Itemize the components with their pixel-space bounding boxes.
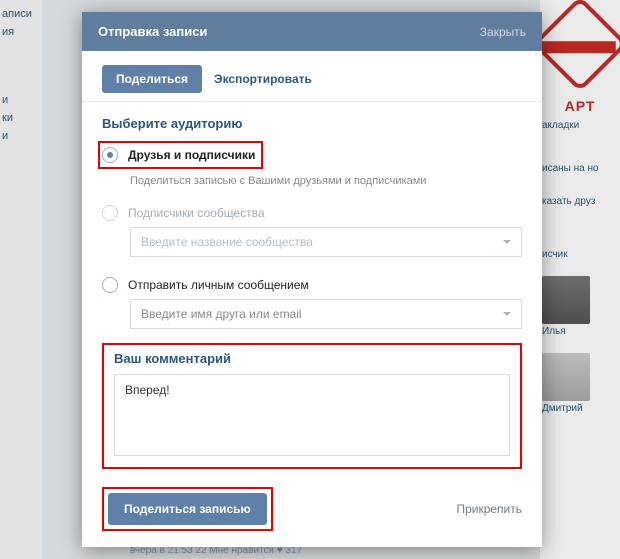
dialog-content: Выберите аудиторию Друзья и подписчики П… bbox=[82, 102, 542, 547]
friend-select[interactable]: Введите имя друга или email bbox=[130, 299, 522, 329]
dialog-title: Отправка записи bbox=[98, 24, 207, 39]
comment-title: Ваш комментарий bbox=[114, 351, 510, 366]
tab-export[interactable]: Экспортировать bbox=[214, 72, 312, 86]
radio-community-subscribers[interactable]: Подписчики сообщества bbox=[102, 203, 522, 223]
dialog-header: Отправка записи Закрыть bbox=[82, 12, 542, 51]
audience-title: Выберите аудиторию bbox=[102, 116, 522, 131]
tab-share[interactable]: Поделиться bbox=[102, 65, 202, 93]
attach-link[interactable]: Прикрепить bbox=[456, 502, 522, 516]
close-button[interactable]: Закрыть bbox=[480, 25, 526, 39]
radio-label: Отправить личным сообщением bbox=[128, 278, 309, 292]
radio-label: Друзья и подписчики bbox=[128, 148, 255, 162]
comment-textarea[interactable] bbox=[114, 374, 510, 456]
radio-friends-sub: Поделиться записью с Вашими друзьями и п… bbox=[130, 175, 522, 187]
radio-private-message[interactable]: Отправить личным сообщением bbox=[102, 275, 522, 295]
community-select[interactable]: Введите название сообщества bbox=[130, 227, 522, 257]
dialog-footer: Поделиться записью Прикрепить bbox=[102, 469, 522, 531]
share-submit-button[interactable]: Поделиться записью bbox=[108, 493, 267, 525]
radio-friends-subscribers[interactable]: Друзья и подписчики bbox=[102, 145, 255, 165]
tabs: Поделиться Экспортировать bbox=[82, 51, 542, 102]
share-dialog: Отправка записи Закрыть Поделиться Экспо… bbox=[82, 12, 542, 547]
radio-label: Подписчики сообщества bbox=[128, 206, 265, 220]
